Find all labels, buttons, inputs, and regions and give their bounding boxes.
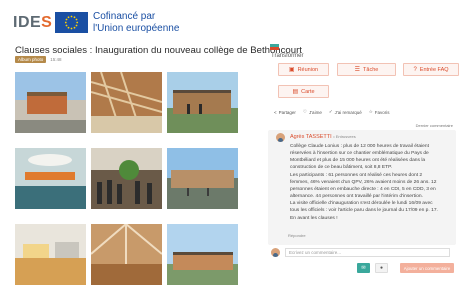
- reply-link[interactable]: Répondre: [288, 233, 306, 238]
- comment-line: Les participants : 61 personnes ont réal…: [290, 172, 423, 178]
- checklist-icon: ☰: [354, 67, 361, 73]
- author-name: Agrès TASSETTI: [290, 134, 332, 140]
- like-label: J'aime: [308, 109, 322, 115]
- album-photo[interactable]: [15, 224, 86, 285]
- like-icon: ♡: [302, 109, 307, 114]
- album-photo[interactable]: [167, 148, 238, 209]
- add-comment-button[interactable]: Ajouter un commentaire: [400, 263, 454, 273]
- carte-label: Carte: [301, 88, 315, 95]
- map-icon: ▤: [292, 89, 299, 95]
- comment-line: tous les officiels : voir l'article paru…: [290, 208, 438, 214]
- album-photo[interactable]: [15, 72, 86, 133]
- last-comment-link[interactable]: Dernier commentaire: [416, 123, 453, 128]
- comment-card: Agrès TASSETTI • Entrusvees Collège Clau…: [268, 130, 456, 245]
- reunion-button[interactable]: ▣ Réunion: [278, 63, 329, 76]
- album-photo[interactable]: [167, 72, 238, 133]
- carte-button[interactable]: ▤ Carte: [278, 85, 329, 98]
- avatar: [271, 248, 280, 257]
- comment-icon: [270, 37, 279, 50]
- logo-accent: S: [41, 14, 53, 31]
- comment-input-row: Ecrivez un commentaire...: [268, 246, 456, 258]
- faq-icon: ?: [413, 66, 417, 73]
- author-suffix: • Entrusvees: [333, 134, 356, 139]
- comment-line: personnes étaient en embauche directe : …: [290, 186, 436, 192]
- album-photo[interactable]: [91, 72, 162, 133]
- comment-line: Collège Claude Lonius : plus de 12 000 h…: [290, 144, 429, 149]
- reunion-label: Réunion: [297, 66, 319, 73]
- transformer-label: Transformer: [271, 53, 304, 59]
- ideis-logo: IDES: [13, 14, 52, 32]
- feed-panel: Transformer ▣ Réunion ☰ Tâche ? Entrée FAQ …: [268, 37, 459, 287]
- user-button[interactable]: ●: [375, 263, 388, 273]
- share-action[interactable]: < Partager: [274, 109, 296, 115]
- tache-label: Tâche: [363, 66, 379, 73]
- comment-actions: ✉ ●: [357, 263, 388, 273]
- user-icon: ●: [379, 265, 384, 271]
- comment-line: construction de ce beau bâtiment, soit 8…: [290, 165, 393, 171]
- album-photo[interactable]: [167, 224, 238, 285]
- entree-faq-button[interactable]: ? Entrée FAQ: [403, 63, 459, 76]
- comment-line: femmes, 46% venaient d'un QPV, 26% avaie…: [290, 179, 437, 185]
- noticed-action[interactable]: ✓ J'ai remarqué: [329, 109, 362, 115]
- comment-input[interactable]: Ecrivez un commentaire...: [285, 248, 450, 257]
- album-time: 15:48: [50, 57, 62, 62]
- favorite-label: Favoris: [374, 109, 390, 115]
- share-label: Partager: [278, 109, 296, 115]
- comment-line: Montbéliard et plus de 15 000 heures ont…: [290, 158, 426, 164]
- cofinance-line1: Cofinancé par: [93, 11, 156, 22]
- noticed-label: J'ai remarqué: [334, 109, 362, 115]
- cofinance-line2: l'Union européenne: [93, 23, 180, 34]
- comment-line: La visite officielle d'inauguration s'es…: [290, 201, 433, 207]
- logo-text: IDE: [13, 14, 42, 31]
- cofinance-text: Cofinancé par l'Union européenne: [93, 11, 179, 35]
- send-icon: ✉: [361, 265, 366, 271]
- eu-flag-icon: [55, 12, 88, 33]
- tache-button[interactable]: ☰ Tâche: [337, 63, 396, 76]
- like-action[interactable]: ♡ J'aime: [303, 109, 322, 115]
- comment-line: réservées à l'insertion sur ce chantier …: [290, 151, 429, 157]
- album-photo[interactable]: [91, 148, 162, 209]
- comment-author[interactable]: Agrès TASSETTI • Entrusvees: [290, 134, 356, 140]
- check-icon: ✓: [328, 109, 333, 114]
- album-photo[interactable]: [15, 148, 86, 209]
- comment-line: En avant les clauses !: [290, 215, 338, 221]
- album-title: Clauses sociales : Inauguration du nouve…: [15, 45, 302, 56]
- album-badge[interactable]: Album photo: [15, 56, 47, 63]
- share-icon: <: [274, 109, 277, 115]
- favorite-action[interactable]: ☆ Favoris: [369, 109, 390, 115]
- avatar: [276, 133, 285, 142]
- entree-faq-label: Entrée FAQ: [419, 66, 449, 73]
- calendar-icon: ▣: [288, 67, 295, 73]
- reactions-bar: < Partager ♡ J'aime ✓ J'ai remarqué ☆ Favori…: [274, 109, 390, 115]
- album-photo[interactable]: [91, 224, 162, 285]
- send-button[interactable]: ✉: [357, 263, 370, 273]
- album-meta: Album photo 15:48: [15, 56, 62, 63]
- comment-text: Collège Claude Lonius : plus de 12 000 h…: [290, 143, 450, 222]
- comment-line: alternance. 44 personnes ont travaillé p…: [290, 194, 423, 200]
- star-icon: ☆: [368, 109, 373, 114]
